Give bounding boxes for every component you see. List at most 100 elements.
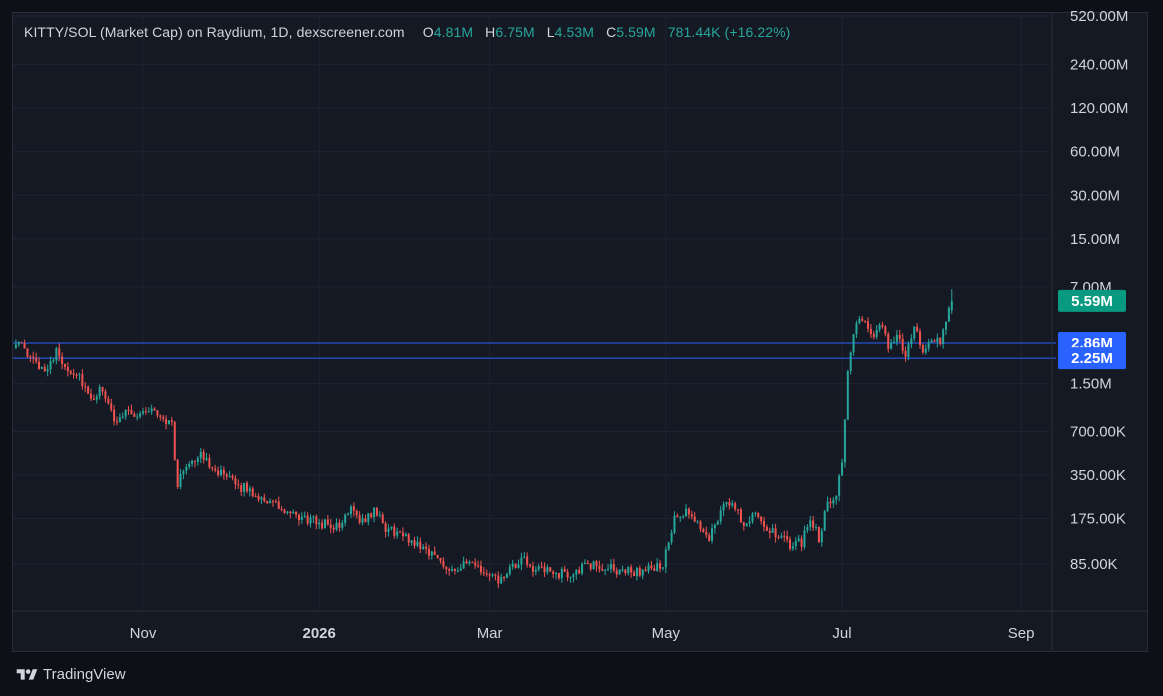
candle bbox=[162, 414, 165, 423]
candle bbox=[797, 534, 800, 543]
candle bbox=[274, 499, 277, 504]
candle-body bbox=[118, 417, 121, 423]
price-badges: 2.86M2.25M5.59M bbox=[1058, 289, 1126, 370]
candle bbox=[737, 509, 740, 515]
candle bbox=[511, 559, 514, 570]
candle-body bbox=[266, 501, 269, 504]
candle-body bbox=[494, 574, 497, 576]
candle-body bbox=[260, 497, 263, 500]
horizontal-price-lines[interactable] bbox=[13, 342, 1056, 359]
candle bbox=[627, 566, 630, 576]
candle bbox=[916, 323, 919, 333]
candle bbox=[760, 515, 763, 525]
y-tick-label: 240.00M bbox=[1070, 57, 1128, 74]
candle bbox=[771, 523, 774, 534]
candle bbox=[445, 566, 448, 575]
candlestick-chart[interactable]: 520.00M 240.00M 120.00M 60.00M 30.00M 15.00M 7… bbox=[0, 0, 1163, 696]
candle-body bbox=[635, 567, 638, 577]
candle-body bbox=[217, 470, 220, 476]
candle bbox=[843, 418, 846, 468]
candle bbox=[696, 520, 699, 524]
candle-body bbox=[552, 571, 555, 574]
candle bbox=[196, 456, 199, 466]
candle-body bbox=[92, 398, 95, 400]
candle-body bbox=[904, 350, 907, 357]
candle bbox=[364, 514, 367, 523]
candle bbox=[491, 572, 494, 578]
candle bbox=[448, 567, 451, 576]
candle-body bbox=[453, 568, 456, 571]
candle-body bbox=[98, 387, 101, 397]
candle bbox=[407, 532, 410, 547]
candle bbox=[254, 493, 257, 497]
candle bbox=[396, 527, 399, 539]
candle-body bbox=[419, 541, 422, 549]
candle bbox=[165, 415, 168, 430]
candle bbox=[913, 326, 916, 342]
candle-body bbox=[817, 527, 820, 543]
candle-body bbox=[555, 572, 558, 574]
candle bbox=[329, 519, 332, 534]
candle bbox=[303, 511, 306, 519]
candle bbox=[217, 466, 220, 478]
candle bbox=[439, 557, 442, 564]
candle-body bbox=[901, 338, 904, 351]
candle bbox=[609, 559, 612, 574]
candle bbox=[37, 357, 41, 371]
candle bbox=[835, 495, 838, 505]
candle-body bbox=[263, 497, 266, 502]
candle bbox=[815, 524, 818, 531]
candle-body bbox=[950, 300, 953, 311]
candle bbox=[725, 501, 728, 508]
candle-body bbox=[309, 517, 312, 524]
candle bbox=[312, 515, 315, 524]
candle bbox=[295, 511, 298, 518]
candle bbox=[601, 563, 604, 572]
price-axis[interactable]: 520.00M 240.00M 120.00M 60.00M 30.00M 15.00M 7… bbox=[1051, 8, 1128, 650]
candle bbox=[800, 535, 803, 552]
candle-body bbox=[477, 565, 480, 567]
candle bbox=[35, 352, 38, 364]
candle-body bbox=[225, 474, 228, 477]
candle-body bbox=[202, 451, 205, 460]
candle bbox=[921, 343, 924, 355]
candle-body bbox=[95, 396, 98, 400]
candle bbox=[144, 407, 147, 415]
candle-body bbox=[884, 326, 887, 335]
candle-body bbox=[361, 518, 364, 523]
candle bbox=[139, 411, 142, 419]
candle bbox=[92, 394, 95, 401]
candle-body bbox=[208, 458, 211, 468]
candle-body bbox=[497, 575, 500, 584]
candle-body bbox=[503, 577, 506, 579]
candle-body bbox=[147, 411, 150, 413]
candle bbox=[950, 289, 953, 315]
candle-body bbox=[924, 348, 927, 353]
candle-body bbox=[797, 538, 800, 542]
candle bbox=[881, 321, 884, 329]
horizontal-line-badge-label: 2.25M bbox=[1071, 350, 1113, 367]
y-tick-label: 30.00M bbox=[1070, 187, 1120, 204]
legend-close-value: 5.59M bbox=[616, 24, 656, 40]
candle-body bbox=[329, 524, 332, 528]
candle bbox=[488, 572, 491, 582]
candle-body bbox=[381, 514, 384, 524]
candle-body bbox=[173, 422, 176, 460]
candle-body bbox=[687, 508, 690, 515]
candle-body bbox=[46, 369, 49, 372]
candle-body bbox=[222, 469, 225, 475]
footer[interactable]: TradingView bbox=[14, 666, 126, 683]
candle-body bbox=[947, 308, 950, 322]
candle-body bbox=[869, 328, 872, 335]
candle-body bbox=[234, 478, 237, 485]
candle-body bbox=[878, 324, 881, 330]
candle bbox=[387, 524, 390, 537]
candle-body bbox=[373, 507, 376, 518]
candle-body bbox=[32, 356, 35, 359]
candle bbox=[110, 398, 113, 413]
candle-body bbox=[384, 523, 387, 532]
time-axis[interactable]: Nov 2026 Mar May Jul Sep bbox=[13, 610, 1147, 642]
candle-body bbox=[245, 483, 248, 492]
candle bbox=[471, 561, 474, 564]
candle bbox=[702, 527, 705, 533]
